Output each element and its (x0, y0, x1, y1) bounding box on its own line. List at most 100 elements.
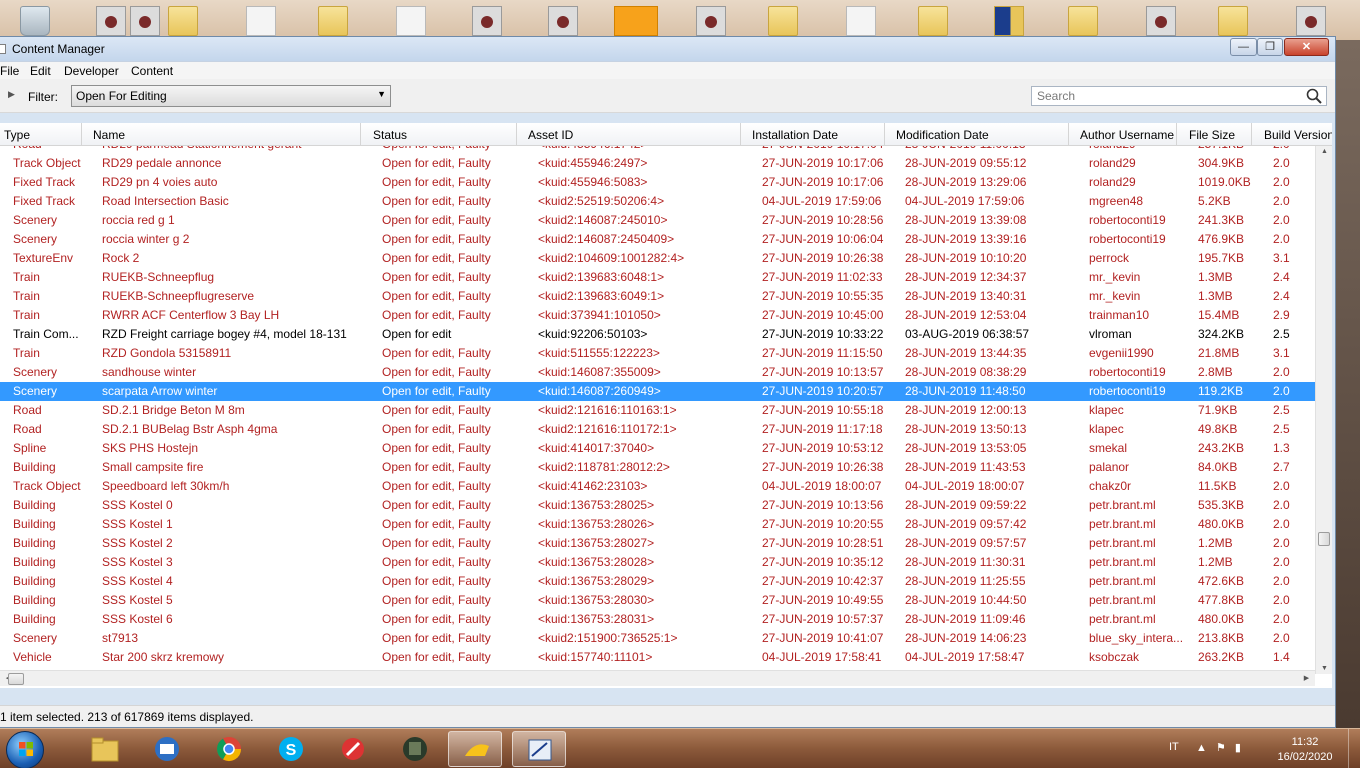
table-row[interactable]: Road RD29 parmead Stationnement gerant Ope… (0, 146, 1315, 154)
horizontal-scrollbar[interactable]: ◀ ▶ (0, 670, 1315, 686)
cell-author-username: mr._kevin (1089, 289, 1141, 303)
cell-asset-id: <kuid:455946:5083> (538, 175, 648, 189)
search-input[interactable] (1032, 87, 1292, 105)
menu-developer[interactable]: Developer (64, 64, 119, 78)
show-desktop-button[interactable] (1348, 729, 1360, 768)
desktop-app-icon[interactable] (472, 6, 502, 36)
table-row[interactable]: Track Object RD29 pedale annonce Open for … (0, 154, 1315, 173)
column-header-file-size[interactable]: File Size (1185, 123, 1252, 146)
desktop-app-icon[interactable] (130, 6, 160, 36)
close-button[interactable]: ✕ (1284, 38, 1329, 56)
table-row-selected[interactable]: Scenery scarpata Arrow winter Open for edi… (0, 382, 1315, 401)
scroll-down-arrow-icon[interactable]: ▼ (1316, 665, 1332, 672)
menu-file[interactable]: File (0, 64, 19, 78)
table-row[interactable]: Building SSS Kostel 0 Open for edit, Fault… (0, 496, 1315, 515)
table-row[interactable]: TextureEnv Rock 2 Open for edit, Faulty <ku… (0, 249, 1315, 268)
menu-edit[interactable]: Edit (30, 64, 51, 78)
table-row[interactable]: Scenery roccia red g 1 Open for edit, Faul… (0, 211, 1315, 230)
table-row[interactable]: Train RWRR ACF Centerflow 3 Bay LH Open fo… (0, 306, 1315, 325)
desktop-folder-icon[interactable] (918, 6, 948, 36)
table-row[interactable]: Building SSS Kostel 2 Open for edit, Fault… (0, 534, 1315, 553)
desktop-app-icon[interactable] (696, 6, 726, 36)
vertical-scrollbar[interactable]: ▲ ▼ (1315, 146, 1332, 674)
scroll-right-arrow-icon[interactable]: ▶ (1298, 674, 1315, 682)
table-row[interactable]: Track Object Speedboard left 30km/h Open f… (0, 477, 1315, 496)
title-bar[interactable]: Content Manager — ❐ ✕ (0, 37, 1335, 61)
taskbar-explorer-button[interactable] (78, 731, 132, 767)
desktop-file-icon[interactable] (246, 6, 276, 36)
table-row[interactable]: Fixed Track Road Intersection Basic Open f… (0, 192, 1315, 211)
cell-installation-date: 27-JUN-2019 10:20:55 (762, 517, 884, 531)
table-row[interactable]: Scenery roccia winter g 2 Open for edit, F… (0, 230, 1315, 249)
taskbar: S IT ▲ ⚑ ▮ 11:32 16/02/2020 (0, 728, 1360, 768)
desktop-file-icon[interactable] (846, 6, 876, 36)
table-row[interactable]: Building Small campsite fire Open for edit… (0, 458, 1315, 477)
table-row[interactable]: Road SD.2.1 Bridge Beton M 8m Open for edi… (0, 401, 1315, 420)
column-header-name[interactable]: Name (89, 123, 361, 146)
table-row[interactable]: Building SSS Kostel 5 Open for edit, Fault… (0, 591, 1315, 610)
column-header-author-username[interactable]: Author Username (1076, 123, 1177, 146)
tray-icons[interactable]: ▲ ⚑ ▮ (1196, 741, 1241, 754)
start-button[interactable] (6, 731, 44, 768)
desktop-folder-icon[interactable] (994, 6, 1024, 36)
desktop-app-icon[interactable] (1146, 6, 1176, 36)
table-row[interactable]: Train RUEKB-Schneepflug Open for edit, Fau… (0, 268, 1315, 287)
cell-asset-id: <kuid2:146087:245010> (538, 213, 668, 227)
taskbar-folder-button[interactable] (448, 731, 502, 767)
taskbar-skype-button[interactable]: S (264, 731, 318, 767)
search-icon[interactable] (1306, 88, 1322, 104)
table-row[interactable]: Train RZD Gondola 53158911 Open for edit, … (0, 344, 1315, 363)
system-clock[interactable]: 11:32 16/02/2020 (1270, 735, 1340, 765)
table-row[interactable]: Road SD.2.1 BUBelag Bstr Asph 4gma Open fo… (0, 420, 1315, 439)
column-header-status[interactable]: Status (369, 123, 517, 146)
language-indicator[interactable]: IT (1169, 741, 1179, 753)
cell-build-version: 2.5 (1273, 327, 1290, 341)
flag-icon[interactable]: ⚑ (1216, 742, 1226, 754)
desktop-file-icon[interactable] (396, 6, 426, 36)
cell-file-size: 195.7KB (1198, 251, 1245, 265)
cell-asset-id: <kuid:373941:101050> (538, 308, 661, 322)
filter-dropdown[interactable]: Open For Editing ▼ (71, 85, 391, 107)
table-row[interactable]: Building SSS Kostel 3 Open for edit, Fault… (0, 553, 1315, 572)
desktop-folder-icon[interactable] (168, 6, 198, 36)
maximize-button[interactable]: ❐ (1257, 38, 1283, 56)
cell-asset-id: <kuid:157740:11101> (538, 650, 653, 664)
column-header-modification-date[interactable]: Modification Date (892, 123, 1069, 146)
scroll-up-arrow-icon[interactable]: ▲ (1316, 148, 1332, 155)
column-header-build-version[interactable]: Build Version (1260, 123, 1332, 146)
table-row[interactable]: Building SSS Kostel 4 Open for edit, Fault… (0, 572, 1315, 591)
table-row[interactable]: Building SSS Kostel 6 Open for edit, Fault… (0, 610, 1315, 629)
desktop-app-icon[interactable] (96, 6, 126, 36)
taskbar-game-button[interactable] (388, 731, 442, 767)
table-row[interactable]: Spline SKS PHS Hostejn Open for edit, Faul… (0, 439, 1315, 458)
table-row[interactable]: Building SSS Kostel 1 Open for edit, Fault… (0, 515, 1315, 534)
recycle-bin-icon[interactable] (20, 6, 50, 36)
desktop-app-icon[interactable] (548, 6, 578, 36)
table-row[interactable]: Scenery st7913 Open for edit, Faulty <kuid2… (0, 629, 1315, 648)
horizontal-scroll-thumb[interactable] (8, 673, 24, 685)
desktop-highlight-icon[interactable] (614, 6, 658, 36)
desktop-folder-icon[interactable] (1068, 6, 1098, 36)
taskbar-chrome-button[interactable] (202, 731, 256, 767)
column-header-type[interactable]: Type (0, 123, 82, 146)
taskbar-ccleaner-button[interactable] (326, 731, 380, 767)
menu-content[interactable]: Content (131, 64, 173, 78)
column-header-installation-date[interactable]: Installation Date (748, 123, 885, 146)
desktop-folder-icon[interactable] (318, 6, 348, 36)
table-row[interactable]: Train Com... RZD Freight carriage bogey #… (0, 325, 1315, 344)
vertical-scroll-thumb[interactable] (1318, 532, 1330, 546)
desktop-folder-icon[interactable] (1218, 6, 1248, 36)
taskbar-mail-button[interactable] (140, 731, 194, 767)
table-row[interactable]: Scenery sandhouse winter Open for edit, Fa… (0, 363, 1315, 382)
expand-arrow-icon[interactable]: ▶ (8, 89, 15, 100)
desktop-folder-icon[interactable] (768, 6, 798, 36)
table-row[interactable]: Train RUEKB-Schneepflugreserve Open for ed… (0, 287, 1315, 306)
network-icon[interactable]: ▮ (1235, 742, 1241, 754)
taskbar-content-manager-button[interactable] (512, 731, 566, 767)
desktop-app-icon[interactable] (1296, 6, 1326, 36)
minimize-button[interactable]: — (1230, 38, 1257, 56)
show-hidden-icons-icon[interactable]: ▲ (1196, 742, 1207, 754)
column-header-asset-id[interactable]: Asset ID (524, 123, 741, 146)
table-row[interactable]: Vehicle Star 200 skrz kremowy Open for edi… (0, 648, 1315, 667)
table-row[interactable]: Fixed Track RD29 pn 4 voies auto Open for … (0, 173, 1315, 192)
